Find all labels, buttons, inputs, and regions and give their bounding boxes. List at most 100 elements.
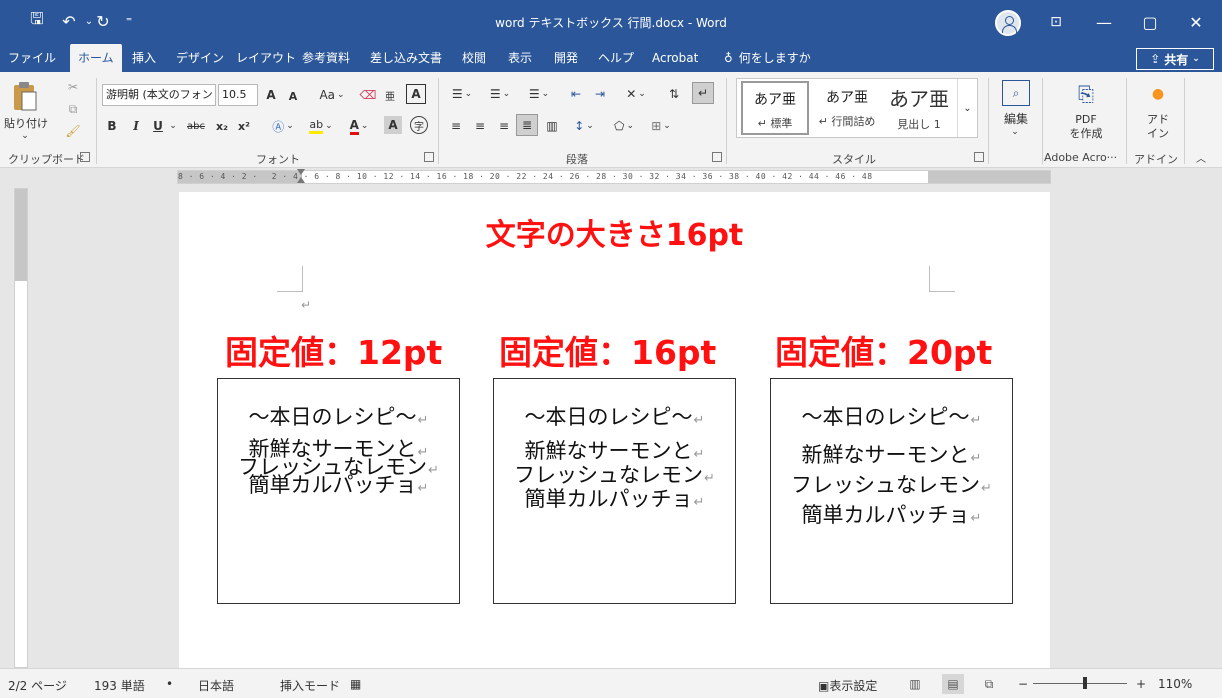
italic-button[interactable]: I — [128, 116, 144, 136]
borders-icon[interactable]: ⊞ ⌄ — [644, 116, 678, 136]
font-color-icon[interactable]: A ⌄ — [344, 116, 374, 136]
underline-button[interactable]: U — [150, 116, 166, 136]
tab-review[interactable]: 校閲 — [454, 44, 494, 72]
text-box-12pt[interactable]: ～本日のレシピ～↵ 新鮮なサーモンと↵ フレッシュなレモン↵ 簡単カルパッチョ↵ — [217, 378, 460, 604]
page-count[interactable]: 2/2 ページ — [8, 677, 67, 694]
vertical-ruler[interactable] — [14, 188, 28, 668]
spelling-status-icon[interactable]: • — [166, 677, 173, 691]
language-status[interactable]: 日本語 — [198, 677, 234, 694]
justify-icon[interactable]: ≣ — [516, 114, 538, 136]
text-effects-icon[interactable]: Ⓐ ⌄ — [266, 116, 300, 136]
style-no-spacing[interactable]: あア亜 ↵ 行間詰め — [813, 81, 881, 135]
superscript-button[interactable]: x² — [236, 116, 252, 136]
change-case-button[interactable]: Aa ⌄ — [314, 84, 350, 106]
bold-button[interactable]: B — [104, 116, 120, 136]
styles-launcher-icon[interactable] — [974, 152, 984, 162]
decrease-indent-icon[interactable]: ⇤ — [566, 84, 586, 104]
subscript-button[interactable]: x₂ — [214, 116, 230, 136]
print-layout-icon[interactable]: ▤ — [942, 674, 964, 694]
cut-icon[interactable]: ✂ — [64, 78, 82, 96]
align-left-icon[interactable]: ≡ — [446, 116, 466, 136]
text-box-16pt[interactable]: ～本日のレシピ～↵ 新鮮なサーモンと↵ フレッシュなレモン↵ 簡単カルパッチョ↵ — [493, 378, 736, 604]
tab-insert[interactable]: 挿入 — [124, 44, 164, 72]
macro-recording-icon[interactable]: ▦ — [350, 677, 361, 691]
tab-view[interactable]: 表示 — [500, 44, 540, 72]
character-shading-icon[interactable]: A — [384, 116, 402, 134]
editing-button[interactable]: 編集 — [996, 110, 1036, 126]
clear-formatting-icon[interactable]: ⌫ — [358, 84, 378, 106]
pdf-icon[interactable]: ⎘ — [1072, 80, 1100, 108]
web-layout-icon[interactable]: ⧉ — [978, 674, 1000, 694]
phonetic-guide-icon[interactable]: 亜 — [380, 84, 400, 106]
tab-home[interactable]: ホーム — [70, 44, 122, 72]
tab-help[interactable]: ヘルプ — [590, 44, 642, 72]
hanging-indent-marker[interactable] — [297, 177, 305, 183]
read-mode-icon[interactable]: ▥ — [904, 674, 926, 694]
close-button[interactable]: ✕ — [1176, 8, 1216, 36]
horizontal-ruler[interactable]: 8 · 6 · 4 · 2 · 2 · 4 · 6 · 8 · 10 · 12 ·… — [177, 169, 1051, 184]
search-icon[interactable]: ⌕ — [1002, 80, 1030, 106]
highlight-color-icon[interactable]: ab ⌄ — [304, 116, 338, 136]
bullets-icon[interactable]: ☰ ⌄ — [446, 84, 478, 104]
tab-references[interactable]: 参考資料 — [294, 44, 358, 72]
first-line-indent-marker[interactable] — [297, 169, 305, 175]
insert-mode-status[interactable]: 挿入モード — [280, 677, 340, 694]
zoom-slider-thumb[interactable] — [1083, 677, 1087, 689]
distributed-icon[interactable]: ▥ — [542, 116, 562, 136]
show-marks-icon[interactable]: ↵ — [692, 82, 714, 104]
grow-font-button[interactable]: A — [262, 84, 280, 106]
line-spacing-icon[interactable]: ↕ ⌄ — [568, 116, 600, 136]
account-avatar[interactable] — [995, 10, 1021, 36]
character-border-icon[interactable]: A — [406, 84, 426, 104]
zoom-in-button[interactable]: + — [1136, 677, 1146, 691]
align-right-icon[interactable]: ≡ — [494, 116, 514, 136]
paragraph-launcher-icon[interactable] — [712, 152, 722, 162]
paste-dropdown-icon[interactable]: ⌄ — [18, 130, 32, 142]
zoom-level[interactable]: 110% — [1158, 677, 1192, 691]
multilevel-list-icon[interactable]: ☰ ⌄ — [522, 84, 556, 104]
tab-layout[interactable]: レイアウト — [228, 44, 304, 72]
clipboard-launcher-icon[interactable] — [80, 152, 90, 162]
shading-icon[interactable]: ⬠ ⌄ — [608, 116, 640, 136]
style-normal[interactable]: あア亜 ↵ 標準 — [741, 81, 809, 135]
align-center-icon[interactable]: ≡ — [470, 116, 490, 136]
text-box-20pt[interactable]: ～本日のレシピ～↵ 新鮮なサーモンと↵ フレッシュなレモン↵ 簡単カルパッチョ↵ — [770, 378, 1013, 604]
paste-icon[interactable] — [10, 78, 40, 114]
tab-file[interactable]: ファイル — [0, 44, 64, 72]
increase-indent-icon[interactable]: ⇥ — [590, 84, 610, 104]
word-count[interactable]: 193 単語 — [94, 677, 145, 694]
sort-icon[interactable]: ⇅ — [664, 84, 684, 104]
tab-developer[interactable]: 開発 — [546, 44, 586, 72]
addins-button[interactable]: アド イン — [1136, 112, 1180, 142]
font-name-combo[interactable]: 游明朝 (本文のフォン — [102, 84, 216, 106]
asian-layout-icon[interactable]: ✕ ⌄ — [620, 84, 652, 104]
tab-mailings[interactable]: 差し込み文書 — [362, 44, 450, 72]
format-painter-icon[interactable]: 🖌 — [64, 122, 82, 140]
minimize-button[interactable]: — — [1084, 8, 1124, 36]
enclose-characters-icon[interactable]: 字 — [410, 116, 428, 134]
zoom-out-button[interactable]: − — [1018, 677, 1028, 691]
tab-design[interactable]: デザイン — [168, 44, 232, 72]
copy-icon[interactable]: ⧉ — [64, 100, 82, 118]
create-pdf-button[interactable]: PDF を作成 — [1058, 112, 1114, 142]
styles-more-icon[interactable]: ⌄ — [957, 79, 977, 137]
style-heading-1[interactable]: あア亜 見出し 1 — [885, 81, 953, 135]
addins-icon[interactable]: ● — [1148, 86, 1168, 102]
share-button[interactable]: ⇪ 共有 ⌄ — [1136, 48, 1214, 70]
tab-acrobat[interactable]: Acrobat — [644, 44, 706, 72]
paste-button[interactable]: 貼り付け — [4, 116, 48, 130]
font-launcher-icon[interactable] — [424, 152, 434, 162]
editing-dropdown-icon[interactable]: ⌄ — [1008, 126, 1022, 138]
tell-me-search[interactable]: ♁ 何をしますか — [724, 44, 811, 72]
display-settings-button[interactable]: ▣表示設定 — [818, 677, 877, 694]
zoom-slider[interactable] — [1033, 683, 1127, 684]
restore-button[interactable]: ▢ — [1130, 8, 1170, 36]
collapse-ribbon-icon[interactable]: ︿ — [1194, 150, 1208, 165]
ribbon-display-options-icon[interactable]: ⊡ — [1036, 8, 1076, 36]
shrink-font-button[interactable]: A — [284, 86, 302, 106]
underline-dropdown-icon[interactable]: ⌄ — [168, 116, 178, 136]
numbering-icon[interactable]: ☰ ⌄ — [484, 84, 516, 104]
font-size-combo[interactable]: 10.5 — [218, 84, 258, 106]
document-page[interactable]: 文字の大きさ16pt ↵ 固定値：12pt 固定値：16pt 固定値：20pt … — [179, 192, 1050, 668]
strikethrough-button[interactable]: abc — [184, 116, 208, 136]
